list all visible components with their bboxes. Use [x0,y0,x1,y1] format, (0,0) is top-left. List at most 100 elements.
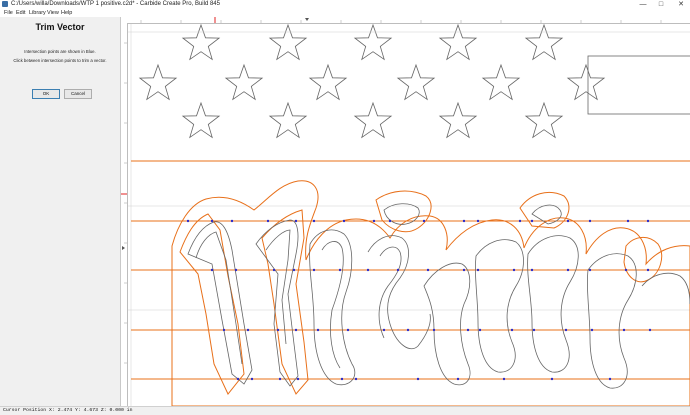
intersection-point[interactable] [316,328,320,332]
minimize-button[interactable]: — [636,0,650,9]
intersection-point[interactable] [624,268,628,272]
star-icon[interactable] [525,102,563,138]
intersection-point[interactable] [312,268,316,272]
intersection-point[interactable] [512,268,516,272]
intersection-point[interactable] [234,268,238,272]
intersection-point[interactable] [478,328,482,332]
intersection-point[interactable] [186,219,190,223]
intersection-point[interactable] [462,219,466,223]
intersection-point[interactable] [278,377,282,381]
intersection-point[interactable] [502,377,506,381]
intersection-point[interactable] [406,328,410,332]
intersection-point[interactable] [210,268,214,272]
menu-edit[interactable]: Edit [16,9,25,17]
star-icon[interactable] [525,24,563,60]
intersection-point[interactable] [292,268,296,272]
star-icon[interactable] [269,24,307,60]
intersection-point[interactable] [272,268,276,272]
intersection-point[interactable] [646,219,650,223]
intersection-point[interactable] [530,219,534,223]
intersection-point[interactable] [510,328,514,332]
intersection-point[interactable] [312,219,316,223]
menu-library[interactable]: Library [29,9,46,17]
intersection-point[interactable] [340,377,344,381]
intersection-point[interactable] [456,377,460,381]
intersection-point[interactable] [566,219,570,223]
intersection-point[interactable] [250,377,254,381]
intersection-point[interactable] [236,377,240,381]
intersection-point[interactable] [646,268,650,272]
intersection-point[interactable] [396,268,400,272]
selected-stripes[interactable] [131,160,690,380]
intersection-point[interactable] [432,328,436,332]
star-icon[interactable] [354,102,392,138]
star-icon[interactable] [439,24,477,60]
intersection-point[interactable] [294,328,298,332]
intersection-point[interactable] [466,328,470,332]
intersection-point[interactable] [622,328,626,332]
intersection-point[interactable] [566,268,570,272]
intersection-point[interactable] [462,268,466,272]
text-vector-paths[interactable] [187,203,690,389]
intersection-point[interactable] [230,219,234,223]
vertical-ruler[interactable] [121,23,128,406]
intersection-point[interactable] [648,328,652,332]
intersection-point[interactable] [588,268,592,272]
star-icon[interactable] [482,64,520,100]
rectangle-vector[interactable] [587,55,690,115]
intersection-point[interactable] [564,328,568,332]
intersection-point[interactable] [296,377,300,381]
intersection-point[interactable] [276,328,280,332]
center-marker-icon [305,18,309,21]
stars-group[interactable] [139,24,605,138]
intersection-point[interactable] [342,219,346,223]
menu-view[interactable]: View [47,9,59,17]
intersection-point[interactable] [476,268,480,272]
intersection-point[interactable] [388,219,392,223]
intersection-point[interactable] [532,328,536,332]
star-icon[interactable] [354,24,392,60]
intersection-point[interactable] [366,268,370,272]
intersection-point[interactable] [246,328,250,332]
star-icon[interactable] [309,64,347,100]
intersection-point[interactable] [422,219,426,223]
intersection-point[interactable] [426,268,430,272]
menu-file[interactable]: File [4,9,13,17]
app-icon [2,1,8,7]
intersection-point[interactable] [416,377,420,381]
star-icon[interactable] [225,64,263,100]
star-icon[interactable] [182,102,220,138]
intersection-point[interactable] [354,377,358,381]
horizontal-ruler[interactable] [121,17,690,24]
ok-button[interactable]: OK [32,89,60,99]
maximize-button[interactable]: □ [654,0,668,9]
intersection-point[interactable] [550,377,554,381]
intersection-point[interactable] [518,219,522,223]
cancel-button[interactable]: Cancel [64,89,92,99]
intersection-point[interactable] [210,219,214,223]
menu-help[interactable]: Help [61,9,72,17]
intersection-point[interactable] [626,219,630,223]
intersection-point[interactable] [476,219,480,223]
star-icon[interactable] [139,64,177,100]
intersection-point[interactable] [608,377,612,381]
intersection-point[interactable] [294,219,298,223]
intersection-point[interactable] [338,268,342,272]
intersection-point[interactable] [588,219,592,223]
panel-instruction: Intersection points are shown in Blue. [24,49,96,54]
intersection-point[interactable] [266,219,270,223]
intersection-point[interactable] [346,328,350,332]
star-icon[interactable] [439,102,477,138]
intersection-point[interactable] [222,328,226,332]
close-button[interactable]: ✕ [674,0,688,9]
design-canvas[interactable] [128,24,690,406]
star-icon[interactable] [182,24,220,60]
star-icon[interactable] [567,64,605,100]
text-offset-outline[interactable] [171,180,690,406]
intersection-point[interactable] [530,268,534,272]
star-icon[interactable] [269,102,307,138]
star-icon[interactable] [397,64,435,100]
intersection-point[interactable] [590,328,594,332]
intersection-point[interactable] [372,219,376,223]
intersection-point[interactable] [382,328,386,332]
